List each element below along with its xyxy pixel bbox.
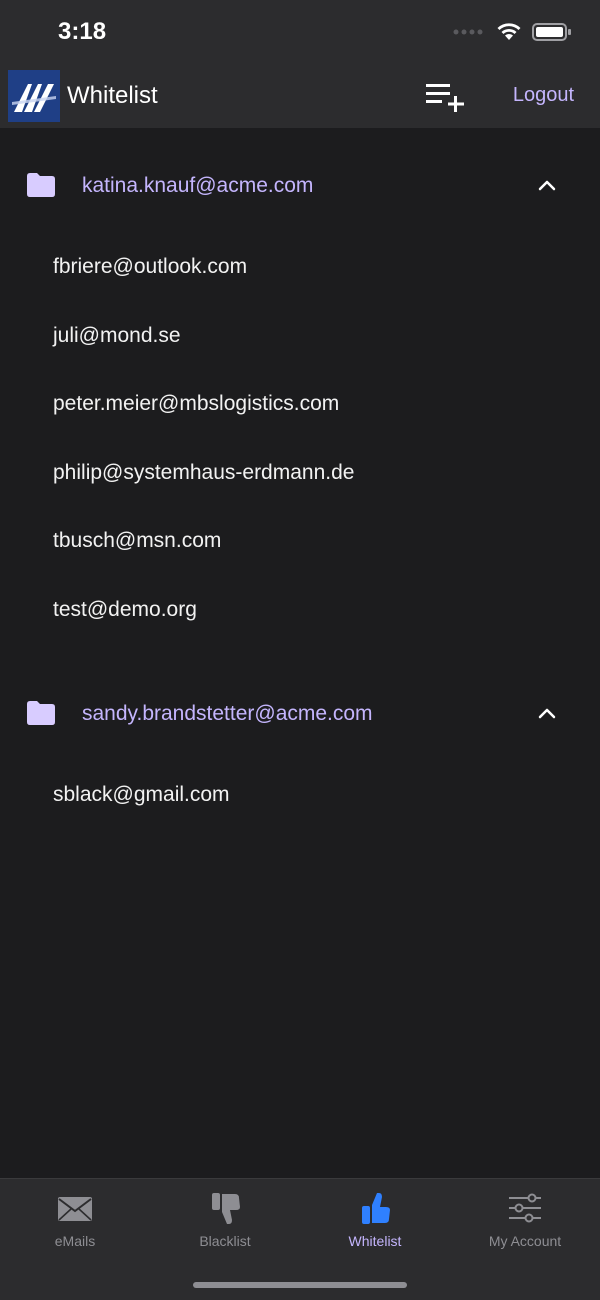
thumbs-down-icon: [212, 1193, 240, 1224]
group-label: katina.knauf@acme.com: [82, 174, 314, 197]
thumbs-up-icon: [362, 1193, 390, 1224]
mail-icon: [58, 1197, 92, 1221]
app-header: Whitelist Logout: [0, 64, 600, 128]
tab-my-account[interactable]: My Account: [450, 1191, 600, 1255]
page-title: Whitelist: [67, 82, 158, 109]
list-item[interactable]: peter.meier@mbslogistics.com: [53, 392, 339, 416]
app-logo: [8, 70, 60, 122]
list-item[interactable]: sblack@gmail.com: [53, 783, 230, 807]
tab-bar: eMails Blacklist Whitelist My Account: [0, 1178, 600, 1300]
status-icons: [452, 22, 572, 42]
logout-button[interactable]: Logout: [513, 84, 574, 107]
tab-label: Blacklist: [199, 1233, 251, 1249]
tab-label: My Account: [488, 1233, 562, 1249]
battery-icon: [532, 23, 571, 41]
status-bar: 3:18: [0, 0, 600, 64]
status-time: 3:18: [58, 18, 107, 45]
chevron-up-icon[interactable]: [536, 704, 558, 722]
group-label: sandy.brandstetter@acme.com: [82, 702, 373, 725]
chevron-up-icon[interactable]: [536, 176, 558, 194]
list-item[interactable]: juli@mond.se: [53, 324, 181, 348]
tab-label: eMails: [54, 1233, 96, 1249]
tab-label: Whitelist: [348, 1233, 402, 1249]
list-item[interactable]: tbusch@msn.com: [53, 529, 221, 553]
list-item[interactable]: fbriere@outlook.com: [53, 255, 247, 279]
home-indicator[interactable]: [193, 1282, 407, 1288]
tab-whitelist[interactable]: Whitelist: [300, 1191, 450, 1255]
signal-icon: [453, 29, 483, 35]
add-to-list-button[interactable]: [424, 82, 468, 112]
tab-emails[interactable]: eMails: [0, 1191, 150, 1255]
group-header[interactable]: sandy.brandstetter@acme.com: [0, 686, 600, 742]
group-header[interactable]: katina.knauf@acme.com: [0, 158, 600, 214]
wifi-icon: [497, 23, 521, 40]
folder-icon: [27, 173, 55, 197]
sliders-icon: [509, 1193, 541, 1223]
list-item[interactable]: philip@systemhaus-erdmann.de: [53, 461, 354, 485]
playlist-add-icon: [426, 84, 464, 112]
list-item[interactable]: test@demo.org: [53, 598, 197, 622]
folder-icon: [27, 701, 55, 725]
whitelist-content: katina.knauf@acme.com fbriere@outlook.co…: [0, 128, 600, 1178]
tab-blacklist[interactable]: Blacklist: [150, 1191, 300, 1255]
